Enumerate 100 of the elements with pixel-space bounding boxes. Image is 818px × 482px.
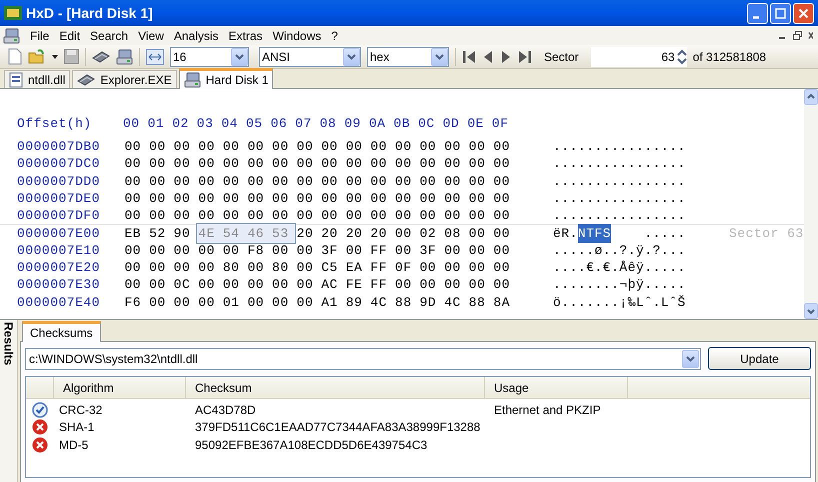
hex-byte: 00 xyxy=(246,155,266,174)
hex-byte: 00 xyxy=(492,155,511,174)
vertical-scrollbar[interactable] xyxy=(804,89,818,319)
dropdown-caret-icon[interactable] xyxy=(52,54,58,58)
hex-byte: AC xyxy=(320,276,339,294)
results-side-tab[interactable]: Results xyxy=(0,320,18,482)
text-chars: ................ xyxy=(553,172,686,190)
hex-byte: F6 xyxy=(123,294,142,312)
hex-byte: 00 xyxy=(271,276,290,294)
chip-icon xyxy=(77,74,96,86)
previous-sector-icon[interactable] xyxy=(482,50,494,64)
document-tab[interactable]: Hard Disk 1 xyxy=(178,68,274,89)
update-button[interactable]: Update xyxy=(708,347,811,370)
new-file-icon[interactable] xyxy=(8,48,22,65)
hex-byte: 00 xyxy=(320,190,339,208)
spin-arrows-icon[interactable] xyxy=(676,48,687,64)
hex-byte: 00 xyxy=(197,207,216,226)
last-sector-icon[interactable] xyxy=(518,50,532,64)
close-document-icon[interactable] xyxy=(808,31,813,40)
document-tab[interactable]: Explorer.EXE xyxy=(72,70,177,88)
column-header: 04 xyxy=(221,114,239,133)
disk-drive-icon xyxy=(184,72,201,88)
hex-byte: EB xyxy=(123,224,142,243)
hex-byte: 00 xyxy=(394,242,413,260)
hex-byte: F8 xyxy=(246,242,266,260)
save-icon[interactable] xyxy=(64,49,79,64)
row-offset: 0000007DD0 xyxy=(17,172,102,190)
hex-byte: 00 xyxy=(418,138,438,156)
list-column-header[interactable]: Checksum xyxy=(186,377,485,398)
hex-byte: 00 xyxy=(123,190,142,208)
hex-byte: 00 xyxy=(296,207,314,226)
hex-byte: 00 xyxy=(443,276,462,294)
hex-byte: 00 xyxy=(172,155,192,174)
disk-drive-icon xyxy=(3,28,20,44)
hex-byte: 00 xyxy=(271,190,290,208)
list-column-header[interactable]: Algorithm xyxy=(54,377,186,398)
hex-byte: 00 xyxy=(123,242,142,260)
hex-byte: 00 xyxy=(443,138,462,156)
file-path-dropdown[interactable]: c:\WINDOWS\system32\ntdll.dll xyxy=(25,348,701,370)
hex-byte: 00 xyxy=(492,258,511,277)
checksum-cell-text: AC43D78D xyxy=(194,402,257,419)
scroll-up-icon[interactable] xyxy=(804,89,818,105)
menu-item[interactable]: Edit xyxy=(59,26,80,44)
menu-item[interactable]: ? xyxy=(331,26,338,44)
menu-item[interactable]: Analysis xyxy=(174,26,219,44)
text-chars: ................ xyxy=(553,155,686,174)
hex-byte: 00 xyxy=(148,207,167,226)
menu-item[interactable]: Windows xyxy=(272,26,322,44)
hex-byte: 00 xyxy=(197,242,216,260)
document-tab[interactable]: ntdll.dll xyxy=(4,70,70,88)
menu-item[interactable]: Extras xyxy=(228,26,263,44)
hex-byte: 00 xyxy=(172,190,192,208)
bytes-per-row-dropdown[interactable]: 16 xyxy=(170,46,249,66)
hex-byte: 00 xyxy=(468,138,486,156)
hex-byte: 00 xyxy=(296,242,314,260)
hex-byte: 00 xyxy=(394,276,413,294)
hex-byte: 88 xyxy=(468,294,486,312)
row-offset: 0000007E20 xyxy=(17,258,102,277)
menu-item[interactable]: File xyxy=(30,26,50,44)
open-folder-icon[interactable] xyxy=(28,48,46,64)
first-sector-icon[interactable] xyxy=(462,50,476,64)
column-header: 03 xyxy=(196,114,214,133)
hex-byte: 00 xyxy=(148,190,167,208)
next-sector-icon[interactable] xyxy=(500,50,512,64)
hex-byte: 00 xyxy=(172,242,192,260)
hex-byte: C5 xyxy=(320,258,339,277)
minimize-button[interactable] xyxy=(747,2,768,24)
maximize-icon xyxy=(775,8,786,18)
checksums-tab[interactable]: Checksums xyxy=(22,321,101,342)
hex-byte: 00 xyxy=(246,294,266,312)
hex-byte: FF xyxy=(369,258,388,277)
scroll-down-icon[interactable] xyxy=(804,303,818,319)
hex-byte: 00 xyxy=(222,138,240,156)
column-width-icon[interactable] xyxy=(146,48,164,64)
charset-dropdown[interactable]: ANSI xyxy=(259,46,361,66)
hex-byte: 00 xyxy=(271,207,290,226)
text-chars: .....ø..?.ÿ.?... xyxy=(553,242,686,260)
maximize-button[interactable] xyxy=(770,2,791,24)
restore-document-icon[interactable] xyxy=(793,31,802,40)
sector-spinbox[interactable]: 63 xyxy=(590,46,687,66)
hex-byte: 00 xyxy=(418,155,438,174)
menu-item[interactable]: Search xyxy=(90,26,128,44)
hex-byte: 88 xyxy=(394,294,413,312)
column-header: 09 xyxy=(344,114,362,133)
hex-byte: 20 xyxy=(296,224,314,243)
hex-byte: 00 xyxy=(222,276,240,294)
hex-byte: 00 xyxy=(492,207,511,226)
list-column-header[interactable]: Usage xyxy=(485,377,628,398)
hex-byte: 00 xyxy=(468,207,486,226)
hex-byte: 00 xyxy=(172,294,192,312)
hex-byte: 00 xyxy=(394,172,413,190)
hex-byte: 00 xyxy=(271,172,290,190)
menu-item[interactable]: View xyxy=(138,26,164,44)
offset-base-dropdown[interactable]: hex xyxy=(367,46,449,66)
hex-byte: 89 xyxy=(344,294,364,312)
hex-byte: 00 xyxy=(443,155,462,174)
hex-byte: 4C xyxy=(369,294,388,312)
close-button[interactable] xyxy=(793,2,814,24)
dropdown-caret-icon[interactable] xyxy=(682,350,699,368)
text-chars: ö.......¡‰Lˆ.LˆŠ xyxy=(553,294,686,312)
